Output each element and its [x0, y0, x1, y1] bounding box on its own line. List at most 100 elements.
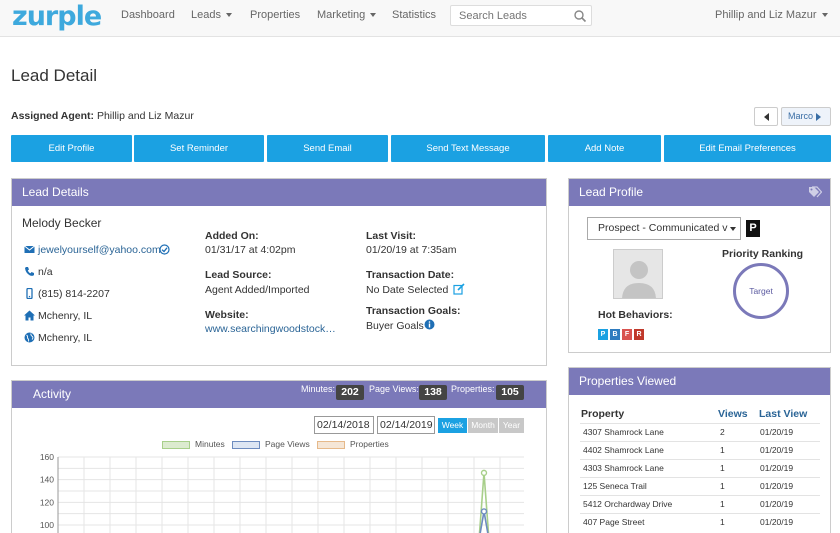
edit-icon[interactable] [453, 283, 465, 295]
lead-email-row: jewelyourself@yahoo.com [24, 243, 184, 257]
nav-marketing-label: Marketing [317, 9, 366, 21]
nav-dashboard[interactable]: Dashboard [121, 0, 175, 30]
next-lead-button[interactable]: Marco [781, 107, 831, 126]
website-link[interactable]: www.searchingwoodstock… [205, 323, 336, 335]
verified-check-icon [159, 244, 170, 255]
property-address: 4402 Shamrock Lane [583, 445, 664, 455]
nav-marketing[interactable]: Marketing [317, 0, 377, 30]
added-on-label: Added On: [205, 230, 259, 242]
search-leads-box [450, 5, 592, 26]
home-icon [24, 310, 35, 321]
table-row[interactable]: 125 Seneca Trail 1 01/20/19 [580, 477, 820, 495]
property-views: 1 [720, 499, 725, 509]
search-input[interactable] [451, 6, 569, 25]
previous-lead-button[interactable] [754, 107, 778, 126]
edit-email-preferences-button[interactable]: Edit Email Preferences [664, 135, 831, 162]
send-text-message-button[interactable]: Send Text Message [391, 135, 545, 162]
properties-label: Properties: [451, 384, 495, 394]
column-header-views[interactable]: Views [718, 408, 748, 420]
property-views: 2 [720, 427, 725, 437]
set-reminder-button[interactable]: Set Reminder [134, 135, 264, 162]
last-visit-value: 01/20/19 at 7:35am [366, 244, 457, 256]
lead-home-phone-row: n/a [24, 265, 124, 279]
column-header-last-view[interactable]: Last View [759, 408, 807, 420]
user-silhouette-icon [622, 261, 656, 298]
page-views-label: Page Views: [369, 384, 419, 394]
zurple-logo[interactable]: zurple [12, 0, 102, 33]
property-last-view: 01/20/19 [760, 481, 794, 491]
property-views: 1 [720, 517, 725, 527]
nav-leads[interactable]: Leads [191, 0, 232, 30]
minutes-label: Minutes: [301, 384, 336, 394]
added-on-value: 01/31/17 at 4:02pm [205, 244, 296, 256]
avatar [613, 249, 663, 299]
mobile-phone-icon [26, 288, 33, 299]
range-week-button[interactable]: Week [438, 418, 467, 433]
top-navbar: zurple Dashboard Leads Properties Market… [0, 0, 840, 37]
user-name: Phillip and Liz Mazur [715, 9, 817, 21]
property-views: 1 [720, 445, 725, 455]
property-last-view: 01/20/19 [760, 517, 794, 527]
y-tick-label: 160 [40, 452, 54, 462]
legend-properties: Properties [350, 439, 389, 449]
behavior-badge-r: R [634, 329, 644, 340]
date-from-input[interactable]: 02/14/2018 [314, 416, 374, 434]
lead-email[interactable]: jewelyourself@yahoo.com [38, 243, 161, 257]
transaction-goals-value: Buyer Goals [366, 320, 424, 332]
lead-home-city-row: Mchenry, IL [24, 309, 144, 323]
send-email-button[interactable]: Send Email [267, 135, 388, 162]
legend-page-views: Page Views [265, 439, 310, 449]
table-row[interactable]: 4307 Shamrock Lane 2 01/20/19 [580, 423, 820, 441]
add-note-button[interactable]: Add Note [548, 135, 661, 162]
range-year-button[interactable]: Year [499, 418, 524, 433]
tags-icon[interactable] [808, 186, 822, 198]
behavior-badge-b: B [610, 329, 620, 340]
property-views: 1 [720, 463, 725, 473]
property-address: 407 Page Street [583, 517, 645, 527]
lead-status-select[interactable]: Prospect - Communicated v [587, 217, 741, 240]
page-title: Lead Detail [11, 66, 98, 85]
lead-search-city-row: Mchenry, IL [24, 331, 144, 345]
assigned-agent-value: Phillip and Liz Mazur [96, 110, 194, 122]
transaction-date-label: Transaction Date: [366, 269, 455, 281]
nav-statistics[interactable]: Statistics [392, 0, 436, 30]
lead-profile-panel: Lead Profile [568, 178, 831, 353]
hot-behaviors-label: Hot Behaviors: [598, 309, 673, 321]
property-last-view: 01/20/19 [760, 445, 794, 455]
minutes-count: 202 [336, 385, 364, 400]
property-last-view: 01/20/19 [760, 427, 794, 437]
lead-home-city: Mchenry, IL [38, 310, 93, 322]
data-point [480, 469, 488, 477]
properties-viewed-header: Properties Viewed [569, 368, 830, 395]
lead-details-header: Lead Details [12, 179, 546, 206]
data-point [480, 508, 488, 515]
prospect-badge: P [746, 220, 760, 237]
behavior-badge-p: P [598, 329, 608, 340]
property-address: 4307 Shamrock Lane [583, 427, 664, 437]
nav-properties[interactable]: Properties [250, 0, 300, 30]
lead-name: Melody Becker [22, 216, 102, 230]
search-icon[interactable] [573, 9, 587, 23]
user-menu[interactable]: Phillip and Liz Mazur [715, 0, 828, 30]
table-row[interactable]: 407 Page Street 1 01/20/19 [580, 513, 820, 531]
legend-swatch-page-views [232, 441, 260, 449]
behavior-badge-f: F [622, 329, 632, 340]
table-row[interactable]: 5412 Orchardway Drive 1 01/20/19 [580, 495, 820, 513]
last-visit-label: Last Visit: [366, 230, 416, 242]
table-row[interactable]: 4402 Shamrock Lane 1 01/20/19 [580, 441, 820, 459]
nav-properties-label: Properties [250, 9, 301, 21]
range-month-button[interactable]: Month [468, 418, 498, 433]
date-to-input[interactable]: 02/14/2019 [377, 416, 435, 434]
properties-count: 105 [496, 385, 524, 400]
arrow-right-icon [816, 112, 822, 121]
legend-swatch-minutes [162, 441, 190, 449]
edit-profile-button[interactable]: Edit Profile [11, 135, 132, 162]
lead-source-label: Lead Source: [205, 269, 272, 281]
property-last-view: 01/20/19 [760, 463, 794, 473]
y-tick-label: 100 [40, 520, 54, 530]
info-icon[interactable] [424, 319, 435, 330]
table-row[interactable]: 4303 Shamrock Lane 1 01/20/19 [580, 459, 820, 477]
website-label: Website: [205, 309, 249, 321]
transaction-goals-label: Transaction Goals: [366, 305, 461, 317]
property-views: 1 [720, 481, 725, 491]
